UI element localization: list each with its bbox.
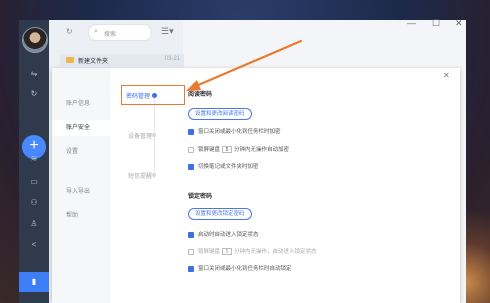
annotation-arrow	[186, 39, 303, 91]
